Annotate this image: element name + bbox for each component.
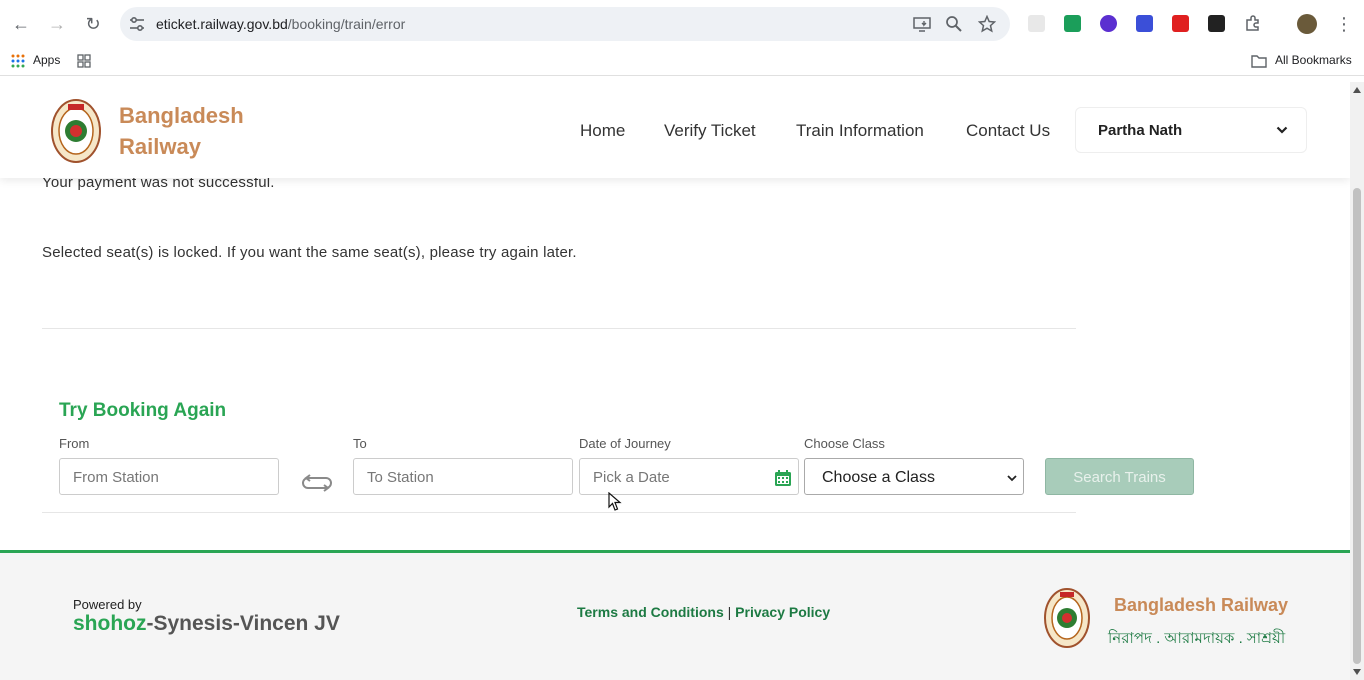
forward-icon[interactable]: →	[45, 12, 69, 36]
extensions-puzzle-icon[interactable]	[1244, 15, 1261, 32]
footer-tagline: নিরাপদ . আরামদায়ক . সাশ্রয়ী	[1108, 630, 1286, 647]
privacy-link[interactable]: Privacy Policy	[735, 604, 830, 620]
from-station-input[interactable]: From Station	[59, 458, 279, 495]
install-app-icon[interactable]	[913, 15, 931, 33]
extension-icon[interactable]	[1028, 15, 1045, 32]
nav-verify-ticket[interactable]: Verify Ticket	[664, 121, 756, 141]
bookmark-star-icon[interactable]	[978, 15, 996, 33]
zoom-icon[interactable]	[945, 15, 963, 33]
terms-link[interactable]: Terms and Conditions	[577, 604, 724, 620]
chevron-down-icon	[1276, 126, 1288, 134]
site-footer: Powered by shohoz-Synesis-Vincen JV Term…	[0, 550, 1350, 680]
page-viewport: Your payment was not successful. Selecte…	[0, 82, 1350, 680]
bookmark-apps[interactable]: Apps	[33, 53, 60, 67]
footer-brand-name: Bangladesh Railway	[1114, 595, 1289, 615]
footer-links: Terms and Conditions | Privacy Policy	[577, 604, 830, 620]
to-station-input[interactable]: To Station	[353, 458, 573, 495]
bangladesh-railway-logo[interactable]	[50, 98, 102, 164]
chevron-down-icon	[1007, 475, 1017, 482]
extension-icon[interactable]	[1172, 15, 1189, 32]
calendar-icon[interactable]	[774, 469, 792, 487]
folder-icon	[1251, 55, 1267, 68]
from-label: From	[59, 436, 90, 451]
extension-icon[interactable]	[1100, 15, 1117, 32]
mouse-cursor-icon	[608, 492, 622, 511]
extension-icon[interactable]	[1208, 15, 1225, 32]
nav-home[interactable]: Home	[580, 121, 625, 141]
swap-stations-icon[interactable]	[300, 472, 334, 494]
bookmarks-bar: Apps All Bookmarks	[0, 48, 1364, 76]
to-label: To	[353, 436, 367, 451]
user-name: Partha Nath	[1098, 122, 1183, 139]
nav-train-information[interactable]: Train Information	[796, 121, 924, 141]
url-text: eticket.railway.gov.bd/booking/train/err…	[156, 16, 406, 32]
extension-icon[interactable]	[1136, 15, 1153, 32]
profile-avatar-icon[interactable]	[1297, 14, 1317, 34]
choose-class-label: Choose Class	[804, 436, 885, 451]
choose-class-select[interactable]: Choose a Class	[804, 458, 1024, 495]
search-trains-button[interactable]: Search Trains	[1045, 458, 1194, 495]
apps-grid-icon[interactable]	[11, 54, 25, 68]
divider	[42, 512, 1076, 513]
bangladesh-railway-logo	[1044, 588, 1090, 648]
user-menu-dropdown[interactable]: Partha Nath	[1075, 107, 1307, 153]
tab-groups-icon[interactable]	[77, 54, 91, 68]
powered-by-label: Powered by	[73, 597, 142, 612]
scroll-down-icon[interactable]	[1353, 669, 1361, 675]
browser-toolbar: ← → ↻ eticket.railway.gov.bd/booking/tra…	[0, 0, 1364, 48]
scroll-up-icon[interactable]	[1353, 87, 1361, 93]
try-booking-again-title: Try Booking Again	[59, 400, 227, 421]
page-scrollbar[interactable]	[1350, 82, 1364, 680]
extension-icon[interactable]	[1064, 15, 1081, 32]
divider	[42, 328, 1076, 329]
seat-locked-message: Selected seat(s) is locked. If you want …	[42, 244, 577, 261]
nav-contact-us[interactable]: Contact Us	[966, 121, 1050, 141]
scrollbar-thumb[interactable]	[1353, 188, 1361, 664]
date-of-journey-label: Date of Journey	[579, 436, 671, 451]
reload-icon[interactable]: ↻	[81, 12, 105, 36]
link-separator: |	[727, 604, 732, 620]
all-bookmarks[interactable]: All Bookmarks	[1275, 53, 1352, 67]
date-of-journey-input[interactable]: Pick a Date	[579, 458, 799, 495]
site-info-icon[interactable]	[128, 15, 146, 33]
brand-name[interactable]: Bangladesh Railway	[119, 100, 244, 162]
back-icon[interactable]: ←	[9, 12, 33, 36]
vendor-logo-text[interactable]: shohoz-Synesis-Vincen JV	[73, 612, 340, 636]
site-header: Bangladesh Railway Home Verify Ticket Tr…	[0, 82, 1350, 178]
address-bar[interactable]: eticket.railway.gov.bd/booking/train/err…	[120, 7, 1010, 41]
menu-kebab-icon[interactable]: ⋮	[1332, 12, 1356, 36]
